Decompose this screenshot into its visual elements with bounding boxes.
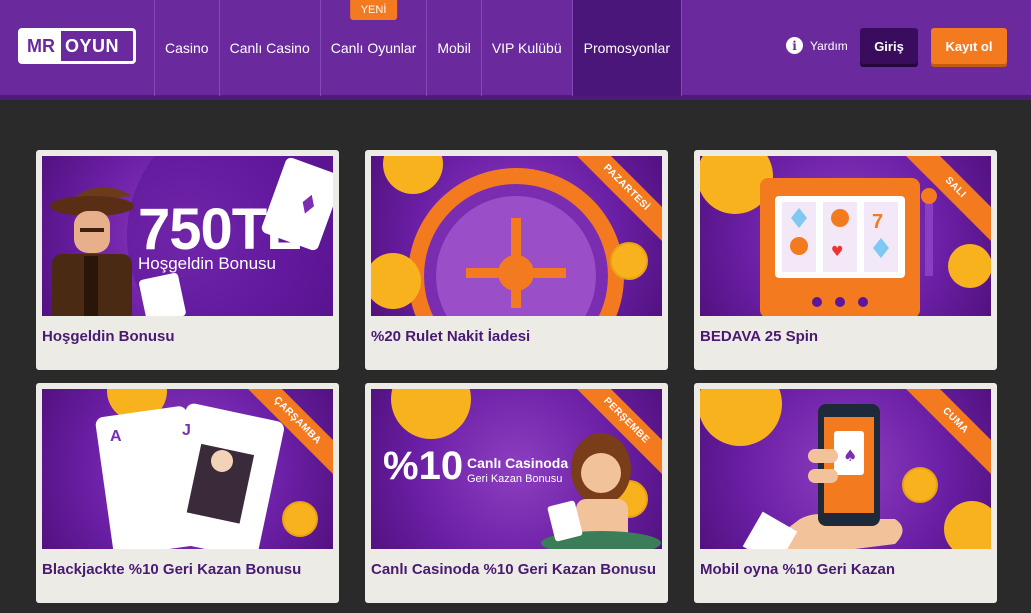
nav-label: VIP Kulübü xyxy=(491,40,562,56)
promo-banner-image[interactable]: %10 Canlı Casinoda Geri Kazan Bonusu PER… xyxy=(371,389,662,549)
banner-amount: 750TL xyxy=(138,197,302,262)
banner-subtitle: Hoşgeldin Bonusu xyxy=(138,254,276,273)
promo-card-blackjack-cashback[interactable]: A J ÇARŞAMBA Blackjackte %10 Geri Kazan … xyxy=(36,383,339,603)
nav-item-promotions[interactable]: Promosyonlar xyxy=(571,0,682,96)
promo-card-free-spins[interactable]: 7 ♥ SALI BEDAVA 25 Spin xyxy=(694,150,997,370)
nav-item-vip-club[interactable]: VIP Kulübü xyxy=(480,0,572,96)
promo-banner-image[interactable]: 7 ♥ SALI xyxy=(700,156,991,316)
promo-banner-image[interactable]: ♠ CUMA xyxy=(700,389,991,549)
nav-item-live-games[interactable]: YENİ Canlı Oyunlar xyxy=(319,0,427,96)
nav-item-live-casino[interactable]: Canlı Casino xyxy=(218,0,320,96)
promo-card-roulette-cashback[interactable]: PAZARTESİ %20 Rulet Nakit İadesi xyxy=(365,150,668,370)
svg-text:A: A xyxy=(110,428,122,445)
nav-label: Canlı Oyunlar xyxy=(330,40,417,56)
logo-part-mr: MR xyxy=(21,31,61,61)
promo-title[interactable]: %20 Rulet Nakit İadesi xyxy=(371,328,662,345)
banner-line-1: Canlı Casinoda xyxy=(467,455,569,471)
login-button[interactable]: Giriş xyxy=(860,28,918,64)
logo-part-oyun: OYUN xyxy=(65,35,120,56)
promo-title[interactable]: Hoşgeldin Bonusu xyxy=(42,328,333,345)
banner-line-2: Geri Kazan Bonusu xyxy=(467,473,563,485)
nav-item-casino[interactable]: Casino xyxy=(154,0,219,96)
promo-card-mobile-cashback[interactable]: ♠ CUMA Mobil oyna %10 Geri Kazan xyxy=(694,383,997,603)
main-nav: Casino Canlı Casino YENİ Canlı Oyunlar M… xyxy=(154,0,682,96)
svg-text:♥: ♥ xyxy=(831,244,844,260)
svg-text:7: 7 xyxy=(872,211,883,233)
promo-title[interactable]: Blackjackte %10 Geri Kazan Bonusu xyxy=(42,561,333,578)
nav-label: Canlı Casino xyxy=(229,40,310,56)
nav-item-mobile[interactable]: Mobil xyxy=(426,0,480,96)
promo-title[interactable]: Canlı Casinoda %10 Geri Kazan Bonusu xyxy=(371,561,662,578)
site-header: MR OYUN Casino Canlı Casino YENİ Canlı O… xyxy=(0,0,1031,100)
nav-label: Casino xyxy=(165,40,209,56)
info-icon: i xyxy=(786,37,803,54)
promo-banner-image[interactable]: 750TL Hoşgeldin Bonusu xyxy=(42,156,333,316)
promo-banner-image[interactable]: A J ÇARŞAMBA xyxy=(42,389,333,549)
help-label: Yardım xyxy=(810,38,848,53)
nav-label: Promosyonlar xyxy=(583,40,670,56)
banner-big-percent: %10 xyxy=(383,444,464,488)
register-button[interactable]: Kayıt ol xyxy=(931,28,1007,64)
mroyun-logo[interactable]: MR OYUN xyxy=(18,28,136,64)
promo-title[interactable]: BEDAVA 25 Spin xyxy=(700,328,991,345)
svg-text:♠: ♠ xyxy=(843,446,857,465)
promo-card-live-casino-cashback[interactable]: %10 Canlı Casinoda Geri Kazan Bonusu PER… xyxy=(365,383,668,603)
promo-banner-image[interactable]: PAZARTESİ xyxy=(371,156,662,316)
promo-title[interactable]: Mobil oyna %10 Geri Kazan xyxy=(700,561,991,578)
promo-card-welcome-bonus[interactable]: 750TL Hoşgeldin Bonusu Hoşgeldin Bonusu xyxy=(36,150,339,370)
new-badge: YENİ xyxy=(349,0,398,20)
help-link[interactable]: i Yardım xyxy=(786,37,848,54)
svg-text:J: J xyxy=(182,422,191,439)
nav-label: Mobil xyxy=(437,40,471,56)
